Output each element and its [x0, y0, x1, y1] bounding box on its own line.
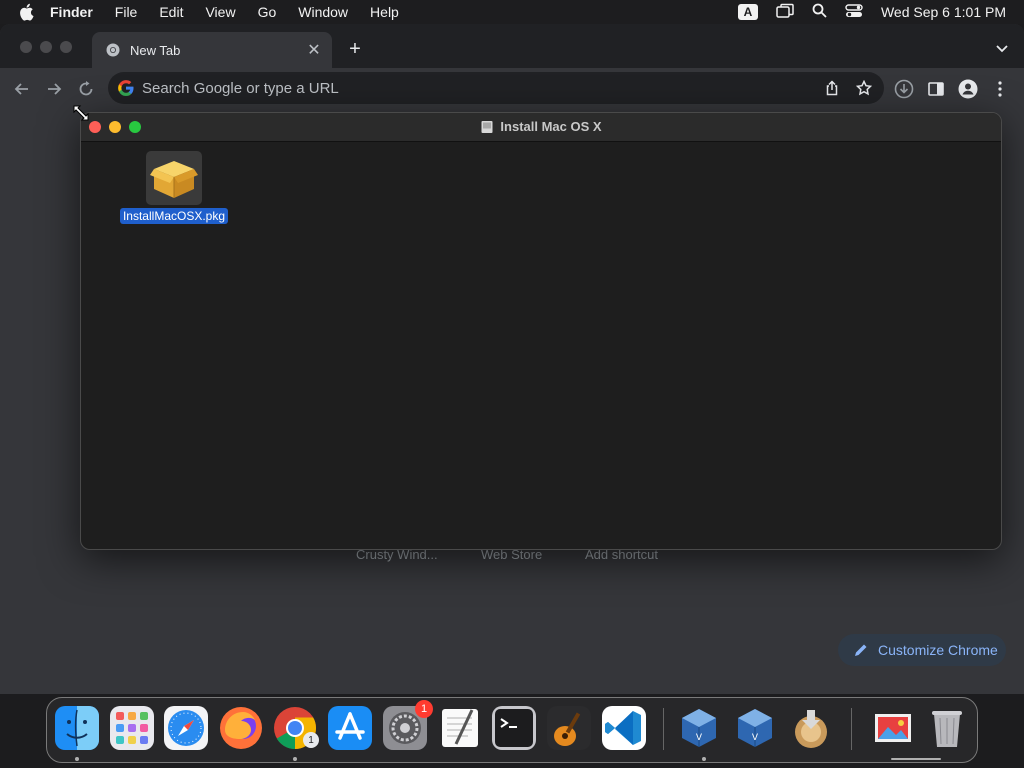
- tab-strip: New Tab ✕ +: [0, 24, 1024, 68]
- dock-firefox-icon[interactable]: [219, 706, 263, 750]
- dock-trash-icon[interactable]: [925, 706, 969, 750]
- package-icon[interactable]: [146, 151, 202, 205]
- menu-window[interactable]: Window: [298, 4, 348, 20]
- chrome-window-controls: [20, 41, 80, 53]
- google-g-icon: [118, 80, 134, 96]
- menu-go[interactable]: Go: [258, 4, 277, 20]
- customize-chrome-button[interactable]: Customize Chrome: [838, 634, 1006, 666]
- chrome-toolbar: [0, 68, 1024, 110]
- dock-separator: [663, 708, 664, 750]
- file-item[interactable]: InstallMacOSX.pkg: [117, 151, 231, 225]
- dock-install-os-x-icon[interactable]: [789, 706, 833, 750]
- chrome-favicon-icon: [106, 43, 120, 57]
- disk-image-icon: [480, 120, 494, 134]
- finder-titlebar[interactable]: Install Mac OS X: [81, 113, 1001, 142]
- input-source-icon[interactable]: A: [737, 4, 758, 20]
- dock-virtualbox-icon[interactable]: V: [733, 706, 777, 750]
- chrome-close-button[interactable]: [20, 41, 32, 53]
- dock-vscode-icon[interactable]: [602, 706, 646, 750]
- pencil-icon: [854, 643, 868, 657]
- tab-title: New Tab: [130, 42, 181, 58]
- apple-menu-icon[interactable]: [16, 2, 36, 22]
- bookmark-star-icon[interactable]: [852, 76, 876, 100]
- control-center-icon[interactable]: [845, 3, 863, 21]
- chrome-menu-kebab-icon[interactable]: [988, 77, 1012, 101]
- share-icon[interactable]: [820, 76, 844, 100]
- forward-arrow-icon[interactable]: [42, 77, 66, 101]
- file-name-label[interactable]: InstallMacOSX.pkg: [119, 208, 229, 224]
- dock-terminal-icon[interactable]: [492, 706, 536, 750]
- dock-photo-viewer-icon[interactable]: [871, 706, 915, 750]
- spotlight-search-icon[interactable]: [812, 3, 827, 21]
- omnibox[interactable]: [108, 72, 884, 104]
- dock-running-indicator: [702, 757, 706, 761]
- downloads-icon[interactable]: [892, 77, 916, 101]
- svg-text:V: V: [752, 733, 759, 743]
- dock-launchpad-icon[interactable]: [110, 706, 154, 750]
- tab-new-tab[interactable]: New Tab ✕: [92, 32, 332, 68]
- menu-bar: Finder File Edit View Go Window Help A W…: [0, 0, 1024, 24]
- tab-close-icon[interactable]: ✕: [304, 40, 324, 60]
- dock: 1 1 V V: [46, 697, 978, 763]
- chrome-minimize-button[interactable]: [40, 41, 52, 53]
- chrome-window-count-badge: 1: [303, 732, 319, 748]
- finder-title-text: Install Mac OS X: [500, 119, 602, 134]
- profile-icon[interactable]: [956, 77, 980, 101]
- dock-finder-icon[interactable]: [55, 706, 99, 750]
- dock-minimized-indicator: [891, 758, 941, 760]
- omnibox-input[interactable]: [142, 79, 820, 97]
- finder-window: Install Mac OS X InstallMacOSX.pkg: [80, 112, 1002, 550]
- chrome-zoom-button[interactable]: [60, 41, 72, 53]
- menu-app-name[interactable]: Finder: [50, 4, 93, 20]
- menu-file[interactable]: File: [115, 4, 138, 20]
- dock-textedit-icon[interactable]: [438, 706, 482, 750]
- screen-mirroring-icon[interactable]: [776, 3, 794, 22]
- menu-edit[interactable]: Edit: [159, 4, 183, 20]
- dock-running-indicator: [75, 757, 79, 761]
- tab-search-chevron-icon[interactable]: [994, 40, 1010, 56]
- dock-safari-icon[interactable]: [164, 706, 208, 750]
- dock-separator: [851, 708, 852, 750]
- dock-running-indicator: [293, 757, 297, 761]
- menu-help[interactable]: Help: [370, 4, 399, 20]
- dock-virtualbox-icon[interactable]: V: [677, 706, 721, 750]
- new-tab-plus-icon[interactable]: +: [344, 38, 366, 60]
- svg-text:V: V: [696, 733, 703, 743]
- finder-title: Install Mac OS X: [81, 119, 1001, 134]
- menu-clock[interactable]: Wed Sep 6 1:01 PM: [881, 4, 1006, 20]
- reload-icon[interactable]: [74, 77, 98, 101]
- side-panel-icon[interactable]: [924, 77, 948, 101]
- customize-chrome-label: Customize Chrome: [878, 642, 998, 658]
- resize-cursor-icon: [72, 104, 90, 122]
- back-arrow-icon[interactable]: [10, 77, 34, 101]
- menu-view[interactable]: View: [205, 4, 235, 20]
- dock-garageband-icon[interactable]: [547, 706, 591, 750]
- notification-badge: 1: [415, 700, 433, 718]
- dock-app-store-icon[interactable]: [328, 706, 372, 750]
